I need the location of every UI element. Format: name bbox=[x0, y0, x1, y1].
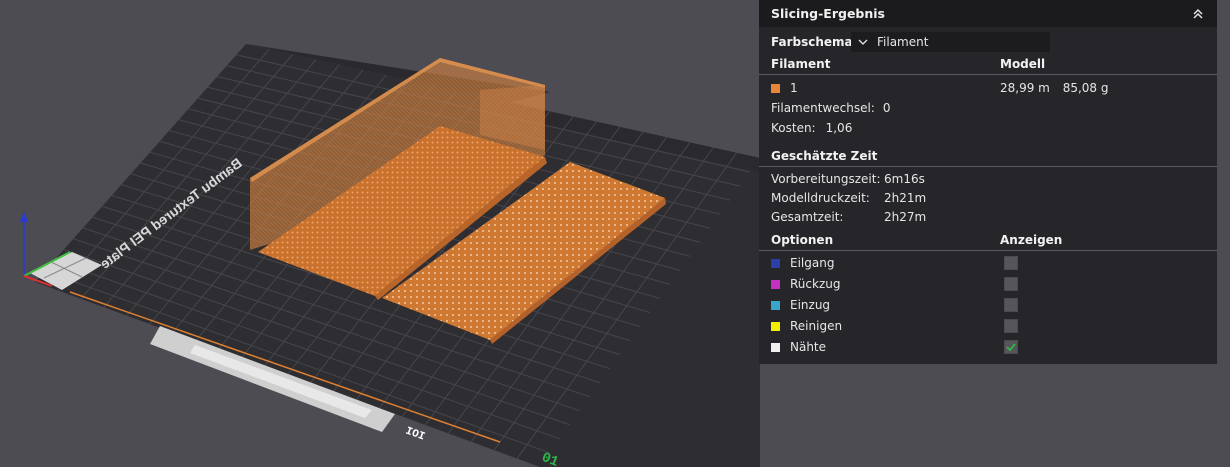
header-model: Modell bbox=[1000, 57, 1046, 71]
option-row-retract: Rückzug bbox=[771, 275, 1217, 293]
filament-changes-value: 0 bbox=[882, 101, 891, 115]
chevron-down-icon bbox=[858, 39, 868, 45]
option-swatch bbox=[771, 321, 780, 331]
filament-row: 1 28,99 m 85,08 g bbox=[771, 79, 1217, 97]
option-row-seams: Nähte bbox=[771, 338, 1217, 356]
time-row-total: Gesamtzeit: 2h27m bbox=[771, 208, 1217, 226]
cost-value: 1,06 bbox=[825, 121, 853, 135]
time-heading: Geschätzte Zeit bbox=[771, 149, 878, 163]
filament-swatch bbox=[771, 83, 780, 93]
slicing-result-panel: Slicing-Ergebnis Farbschema Filament Fil… bbox=[759, 0, 1217, 364]
filament-weight: 85,08 g bbox=[1062, 81, 1109, 95]
option-label: Rückzug bbox=[790, 277, 841, 291]
options-header: Optionen Anzeigen bbox=[771, 231, 1217, 249]
option-swatch bbox=[771, 342, 780, 352]
time-row-model: Modelldruckzeit: 2h21m bbox=[771, 189, 1217, 207]
header-filament: Filament bbox=[771, 57, 831, 71]
header-show: Anzeigen bbox=[1000, 233, 1063, 247]
time-label: Modelldruckzeit: bbox=[771, 191, 870, 205]
option-row-travel: Eilgang bbox=[771, 254, 1217, 272]
time-label: Vorbereitungszeit: bbox=[771, 172, 881, 186]
filament-changes-row: Filamentwechsel: 0 bbox=[771, 99, 1217, 117]
svg-text:IOI: IOI bbox=[404, 425, 427, 443]
chevron-double-up-icon[interactable] bbox=[1191, 7, 1205, 21]
header-options: Optionen bbox=[771, 233, 834, 247]
option-label: Eilgang bbox=[790, 256, 835, 270]
filament-length: 28,99 m bbox=[1000, 81, 1050, 95]
option-checkbox-checked[interactable] bbox=[1004, 340, 1018, 354]
option-checkbox[interactable] bbox=[1004, 298, 1018, 312]
divider bbox=[759, 250, 1217, 251]
option-checkbox[interactable] bbox=[1004, 319, 1018, 333]
option-checkbox[interactable] bbox=[1004, 277, 1018, 291]
color-scheme-select[interactable]: Filament bbox=[851, 32, 1050, 52]
option-swatch bbox=[771, 258, 780, 268]
divider bbox=[759, 74, 1217, 75]
filament-table-header: Filament Modell bbox=[771, 55, 1217, 73]
panel-header: Slicing-Ergebnis bbox=[759, 0, 1217, 27]
cost-row: Kosten: 1,06 bbox=[771, 119, 1217, 137]
option-row-unretract: Einzug bbox=[771, 296, 1217, 314]
checkmark-icon bbox=[1006, 343, 1016, 352]
time-label: Gesamtzeit: bbox=[771, 210, 844, 224]
time-row-prep: Vorbereitungszeit: 6m16s bbox=[771, 170, 1217, 188]
cost-label: Kosten: bbox=[771, 121, 816, 135]
option-label: Einzug bbox=[790, 298, 831, 312]
option-checkbox[interactable] bbox=[1004, 256, 1018, 270]
option-label: Nähte bbox=[790, 340, 827, 354]
divider bbox=[759, 166, 1217, 167]
filament-id: 1 bbox=[790, 81, 798, 95]
time-value: 2h21m bbox=[884, 191, 927, 205]
filament-changes-label: Filamentwechsel: bbox=[771, 101, 875, 115]
color-scheme-value: Filament bbox=[877, 35, 929, 49]
option-swatch bbox=[771, 279, 780, 289]
filament-usage: 28,99 m 85,08 g bbox=[1000, 81, 1108, 95]
panel-title: Slicing-Ergebnis bbox=[771, 6, 886, 21]
option-swatch bbox=[771, 300, 780, 310]
time-value: 6m16s bbox=[884, 172, 925, 186]
option-row-wipe: Reinigen bbox=[771, 317, 1217, 335]
option-label: Reinigen bbox=[790, 319, 843, 333]
time-value: 2h27m bbox=[884, 210, 927, 224]
